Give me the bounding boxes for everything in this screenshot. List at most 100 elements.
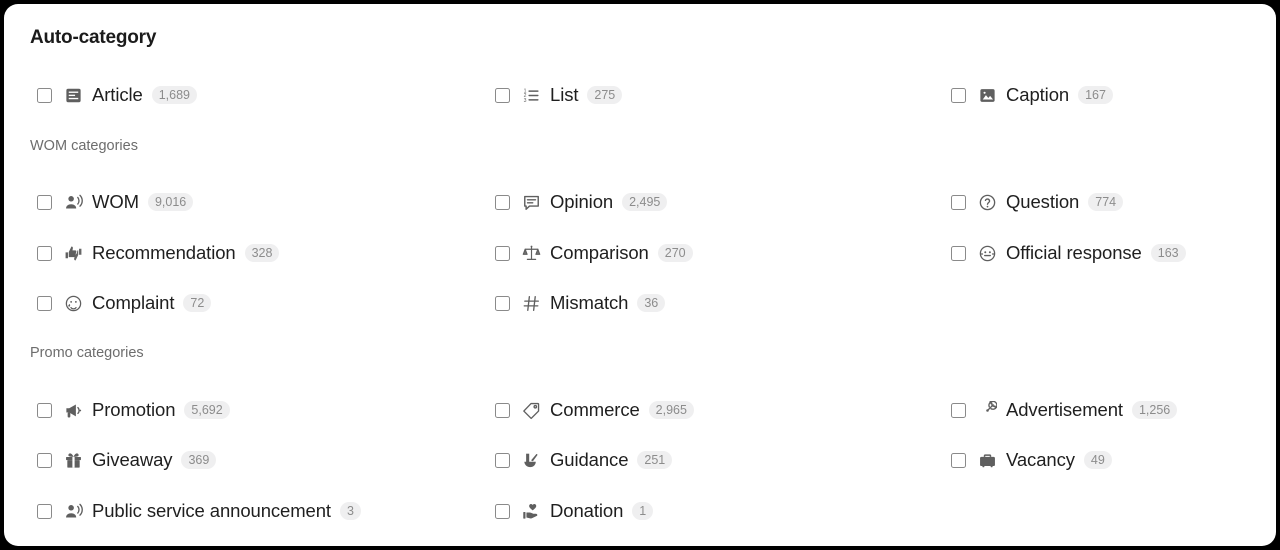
category-count: 36 xyxy=(637,294,666,312)
category-label: Question xyxy=(1006,191,1080,212)
record-voice-over-icon xyxy=(63,501,83,521)
help-circle-icon xyxy=(977,192,997,212)
category-count: 167 xyxy=(1078,86,1113,104)
category-option-question[interactable]: Question 774 xyxy=(951,189,1124,215)
category-label: WOM xyxy=(92,191,139,212)
volunteer-heart-icon xyxy=(521,501,541,521)
category-count: 369 xyxy=(181,451,217,469)
category-label: Opinion xyxy=(550,191,614,212)
category-count: 328 xyxy=(244,244,280,262)
category-count: 1,689 xyxy=(151,86,197,104)
category-option-advertisement[interactable]: Advertisement 1,256 xyxy=(951,397,1178,423)
category-count: 774 xyxy=(1088,193,1124,211)
category-label: Article xyxy=(92,84,143,105)
category-option-article[interactable]: Article 1,689 xyxy=(37,82,197,108)
category-option-donation[interactable]: Donation 1 xyxy=(495,498,654,524)
group-label-promo: Promo categories xyxy=(30,345,144,361)
checkbox-official-response[interactable] xyxy=(951,245,966,261)
category-count: 163 xyxy=(1150,244,1186,262)
category-label: List xyxy=(550,84,579,105)
checkbox-opinion[interactable] xyxy=(495,194,510,210)
checkbox-caption[interactable] xyxy=(951,87,966,103)
category-option-guidance[interactable]: Guidance 251 xyxy=(495,447,673,473)
category-label: Complaint xyxy=(92,292,175,313)
checkbox-list[interactable] xyxy=(495,87,510,103)
thumbs-up-down-icon xyxy=(63,243,83,263)
briefcase-icon xyxy=(977,450,997,470)
category-option-caption[interactable]: Caption 167 xyxy=(951,82,1113,108)
category-count: 9,016 xyxy=(147,193,194,211)
megaphone-icon xyxy=(63,400,83,420)
category-label: Guidance xyxy=(550,449,629,470)
category-label: Promotion xyxy=(92,399,176,420)
category-count: 72 xyxy=(183,294,212,312)
category-count: 2,495 xyxy=(622,193,668,211)
checkbox-public-service-announcement[interactable] xyxy=(37,503,52,519)
category-count: 5,692 xyxy=(184,401,230,419)
price-tag-icon xyxy=(521,400,541,420)
checkbox-wom[interactable] xyxy=(37,194,52,210)
hash-tag-icon xyxy=(521,293,541,313)
category-option-recommendation[interactable]: Recommendation 328 xyxy=(37,240,280,266)
category-option-promotion[interactable]: Promotion 5,692 xyxy=(37,397,230,423)
checkbox-mismatch[interactable] xyxy=(495,295,510,311)
category-count: 251 xyxy=(637,451,673,469)
category-option-wom[interactable]: WOM 9,016 xyxy=(37,189,194,215)
category-option-mismatch[interactable]: Mismatch 36 xyxy=(495,290,666,316)
category-label: Comparison xyxy=(550,242,649,263)
mortar-pestle-icon xyxy=(521,450,541,470)
sad-face-icon xyxy=(63,293,83,313)
category-label: Donation xyxy=(550,500,624,521)
category-label: Commerce xyxy=(550,399,640,420)
category-label: Public service announcement xyxy=(92,500,331,521)
comment-opinion-icon xyxy=(521,192,541,212)
category-label: Caption xyxy=(1006,84,1070,105)
checkbox-commerce[interactable] xyxy=(495,402,510,418)
ordered-list-icon: 1 2 3 xyxy=(521,85,541,105)
category-count: 2,965 xyxy=(648,401,694,419)
checkbox-giveaway[interactable] xyxy=(37,452,52,468)
category-count: 1,256 xyxy=(1131,401,1178,419)
category-label: Official response xyxy=(1006,242,1142,263)
checkbox-recommendation[interactable] xyxy=(37,245,52,261)
category-label: Giveaway xyxy=(92,449,173,470)
category-option-commerce[interactable]: Commerce 2,965 xyxy=(495,397,694,423)
group-label-wom: WOM categories xyxy=(30,138,138,154)
category-count: 1 xyxy=(632,502,654,520)
category-label: Vacancy xyxy=(1006,449,1075,470)
checkbox-promotion[interactable] xyxy=(37,402,52,418)
checkbox-article[interactable] xyxy=(37,87,52,103)
image-caption-icon xyxy=(977,85,997,105)
category-option-list[interactable]: 1 2 3 List 275 xyxy=(495,82,623,108)
support-agent-icon xyxy=(977,243,997,263)
checkbox-advertisement[interactable] xyxy=(951,402,966,418)
category-option-opinion[interactable]: Opinion 2,495 xyxy=(495,189,668,215)
category-label: Mismatch xyxy=(550,292,629,313)
category-label: Advertisement xyxy=(1006,399,1123,420)
checkbox-comparison[interactable] xyxy=(495,245,510,261)
target-ad-icon xyxy=(977,400,997,420)
category-count: 3 xyxy=(339,502,361,520)
category-option-comparison[interactable]: Comparison 270 xyxy=(495,240,693,266)
page-title: Auto-category xyxy=(30,27,157,48)
category-count: 270 xyxy=(657,244,693,262)
category-option-public-service-announcement[interactable]: Public service announcement 3 xyxy=(37,498,361,524)
balance-scale-icon xyxy=(521,243,541,263)
category-option-official-response[interactable]: Official response 163 xyxy=(951,240,1186,266)
checkbox-complaint[interactable] xyxy=(37,295,52,311)
category-count: 49 xyxy=(1083,451,1112,469)
checkbox-donation[interactable] xyxy=(495,503,510,519)
category-label: Recommendation xyxy=(92,242,236,263)
svg-text:3: 3 xyxy=(523,97,526,103)
category-option-giveaway[interactable]: Giveaway 369 xyxy=(37,447,217,473)
category-option-complaint[interactable]: Complaint 72 xyxy=(37,290,212,316)
article-icon xyxy=(63,85,83,105)
checkbox-vacancy[interactable] xyxy=(951,452,966,468)
category-option-vacancy[interactable]: Vacancy 49 xyxy=(951,447,1112,473)
auto-category-panel: Auto-category Article 1,689 1 2 3 List 2… xyxy=(4,4,1276,546)
checkbox-question[interactable] xyxy=(951,194,966,210)
gift-icon xyxy=(63,450,83,470)
checkbox-guidance[interactable] xyxy=(495,452,510,468)
record-voice-over-icon xyxy=(63,192,83,212)
category-count: 275 xyxy=(587,86,623,104)
